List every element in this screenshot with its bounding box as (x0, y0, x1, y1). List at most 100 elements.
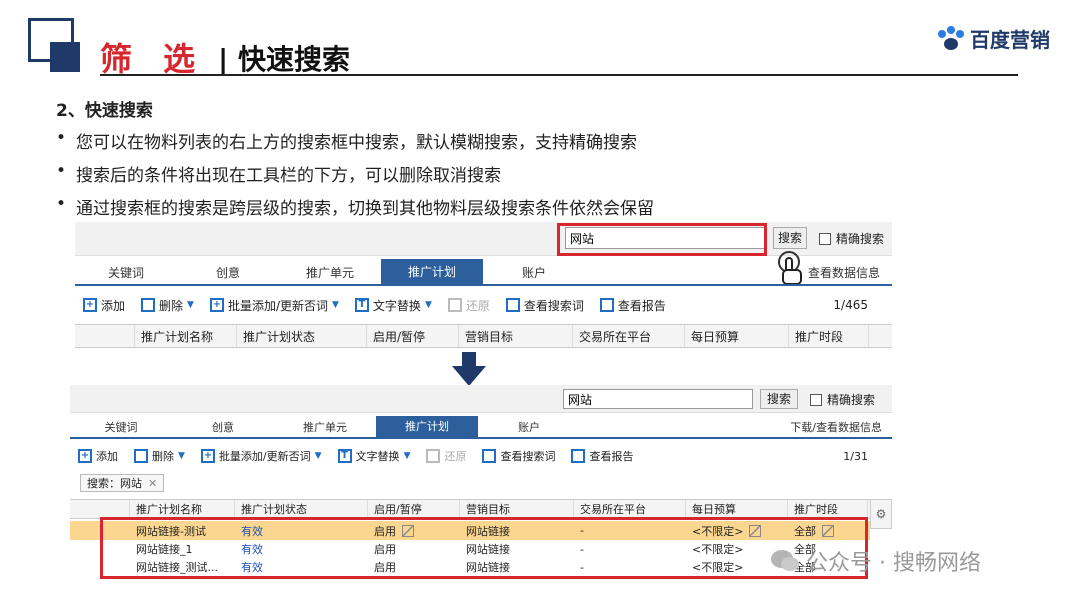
baidu-paw-icon (938, 25, 964, 50)
search-input[interactable] (565, 227, 765, 249)
checkbox-icon (819, 232, 831, 245)
delete-button[interactable]: 删除 ▼ (141, 297, 194, 314)
restore-icon (447, 298, 462, 312)
edit-icon[interactable] (822, 524, 834, 537)
bar-chart-icon (599, 298, 614, 312)
screenshot-before: 搜索 精确搜索 关键词 创意 推广单元 推广计划 账户 查看数据信息 +添加 删… (75, 222, 892, 350)
add-icon: + (78, 449, 92, 463)
logo-text: 百度营销 (970, 28, 1050, 52)
tab-keyword[interactable]: 关键词 (70, 419, 172, 435)
batch-add-icon: + (200, 449, 215, 463)
column-header[interactable]: 推广时段 (789, 325, 869, 347)
search-input[interactable] (563, 389, 753, 409)
search-terms-icon (505, 298, 520, 312)
view-search-terms-button[interactable]: 查看搜索词 (505, 297, 584, 314)
tab-creative[interactable]: 创意 (177, 264, 279, 281)
chevron-down-icon: ▼ (178, 451, 185, 461)
exact-search-checkbox[interactable]: 精确搜索 (810, 391, 875, 408)
search-button[interactable]: 搜索 (760, 389, 798, 409)
column-header[interactable]: 推广计划状态 (237, 325, 367, 347)
chevron-down-icon: ▼ (187, 300, 194, 310)
section-heading: 2、快速搜索 (56, 101, 153, 121)
bullet-item: • 搜索后的条件将出现在工具栏的下方，可以删除取消搜索 (56, 161, 501, 186)
add-button[interactable]: + 添加 (83, 297, 125, 314)
delete-button[interactable]: 删除 ▼ (134, 448, 185, 464)
corner-decoration-fill (50, 42, 80, 72)
trash-icon (141, 298, 156, 312)
chevron-down-icon: ▼ (314, 451, 322, 461)
column-header[interactable]: 营销目标 (459, 325, 573, 347)
add-icon: + (83, 298, 97, 312)
column-header[interactable]: 交易所在平台 (574, 500, 686, 518)
search-terms-icon (482, 449, 497, 463)
replace-text-button[interactable]: T 文字替换 ▼ (337, 448, 411, 464)
tab-campaign[interactable]: 推广计划 (381, 259, 483, 285)
column-header[interactable]: 每日预算 (686, 500, 788, 518)
chevron-down-icon: ▼ (332, 300, 339, 310)
checkbox-column (75, 325, 135, 347)
tab-ad-unit[interactable]: 推广单元 (274, 419, 376, 435)
table-row[interactable]: 网站链接_1 有效 启用 网站链接 - <不限定> 全部 (70, 540, 870, 558)
search-bar-area (75, 222, 892, 256)
gear-icon[interactable]: ⚙ (870, 499, 892, 529)
bullet-item: • 您可以在物料列表的右上方的搜索框中搜索，默认模糊搜索，支持精确搜索 (56, 128, 637, 153)
table-row[interactable]: 网站链接-测试 有效 启用 网站链接 - <不限定> 全部 (70, 521, 870, 540)
screenshot-after: 搜索 精确搜索 关键词 创意 推广单元 推广计划 账户 下载/查看数据信息 +添… (70, 385, 892, 579)
checkbox-icon (810, 393, 822, 406)
restore-button[interactable]: 还原 (447, 297, 490, 314)
edit-icon[interactable] (402, 524, 414, 537)
tab-account[interactable]: 账户 (483, 264, 585, 281)
level-tabs: 关键词 创意 推广单元 推广计划 账户 查看数据信息 (75, 259, 892, 286)
text-replace-icon: T (337, 449, 352, 463)
exact-search-checkbox[interactable]: 精确搜索 (819, 230, 884, 247)
table-header: 推广计划名称 推广计划状态 启用/暂停 营销目标 交易所在平台 每日预算 推广时… (75, 324, 892, 348)
table-row[interactable]: 网站链接_测试... 有效 启用 网站链接 - <不限定> 全部 (70, 558, 870, 576)
level-tabs: 关键词 创意 推广单元 推广计划 账户 下载/查看数据信息 (70, 416, 892, 439)
table-header: 推广计划名称 推广计划状态 启用/暂停 营销目标 交易所在平台 每日预算 推广时… (70, 499, 892, 519)
column-header[interactable]: 推广计划状态 (235, 500, 368, 518)
toolbar: + 添加 删除 ▼ + 批量添加/更新否词 ▼ T 文字替换 ▼ 还原 查看搜索词 查看报告… (75, 292, 892, 318)
trash-icon (134, 449, 148, 463)
wechat-icon (771, 550, 799, 571)
column-header[interactable]: 推广计划名称 (130, 500, 235, 518)
chevron-down-icon: ▼ (403, 451, 411, 461)
restore-icon (426, 449, 441, 463)
page-indicator: 1/465 (833, 298, 868, 312)
watermark: 公众号 · 搜畅网络 (770, 545, 981, 577)
column-header[interactable]: 推广计划名称 (135, 325, 237, 347)
replace-text-button[interactable]: T 文字替换 ▼ (354, 297, 432, 314)
column-header[interactable]: 推广时段 (788, 500, 868, 518)
tab-creative[interactable]: 创意 (172, 419, 274, 435)
add-button[interactable]: + 添加 (78, 448, 118, 464)
tab-account[interactable]: 账户 (478, 419, 580, 435)
search-filter-tag[interactable]: 搜索：网站 ✕ (80, 474, 165, 492)
bar-chart-icon (571, 449, 586, 463)
view-search-terms-button[interactable]: 查看搜索词 (482, 448, 555, 464)
checkbox-column (70, 500, 130, 518)
tab-keyword[interactable]: 关键词 (75, 264, 177, 281)
column-header[interactable]: 每日预算 (685, 325, 789, 347)
column-header[interactable]: 营销目标 (460, 500, 574, 518)
tab-ad-unit[interactable]: 推广单元 (279, 264, 381, 281)
batch-add-button[interactable]: + 批量添加/更新否词 ▼ (200, 448, 322, 464)
page-indicator: 1/31 (843, 449, 868, 463)
column-header[interactable]: 启用/暂停 (368, 500, 460, 518)
batch-add-button[interactable]: + 批量添加/更新否词 ▼ (209, 297, 339, 314)
column-header[interactable]: 交易所在平台 (573, 325, 685, 347)
down-arrow-icon (452, 352, 486, 386)
text-replace-icon: T (354, 298, 369, 312)
view-report-button[interactable]: 查看报告 (571, 448, 633, 464)
restore-button[interactable]: 还原 (426, 448, 466, 464)
view-data-link[interactable]: 查看数据信息 (585, 264, 892, 281)
download-data-link[interactable]: 下载/查看数据信息 (580, 419, 892, 435)
edit-icon[interactable] (749, 524, 762, 537)
close-icon[interactable]: ✕ (148, 477, 157, 490)
title-divider (100, 74, 1018, 76)
column-header[interactable]: 启用/暂停 (367, 325, 459, 347)
baidu-logo: 百度营销 (936, 24, 1050, 53)
tab-campaign[interactable]: 推广计划 (376, 416, 478, 438)
search-button[interactable]: 搜索 (773, 227, 807, 249)
chevron-down-icon: ▼ (424, 300, 432, 310)
view-report-button[interactable]: 查看报告 (599, 297, 666, 314)
bullet-item: • 通过搜索框的搜索是跨层级的搜索，切换到其他物料层级搜索条件依然会保留 (56, 194, 654, 219)
